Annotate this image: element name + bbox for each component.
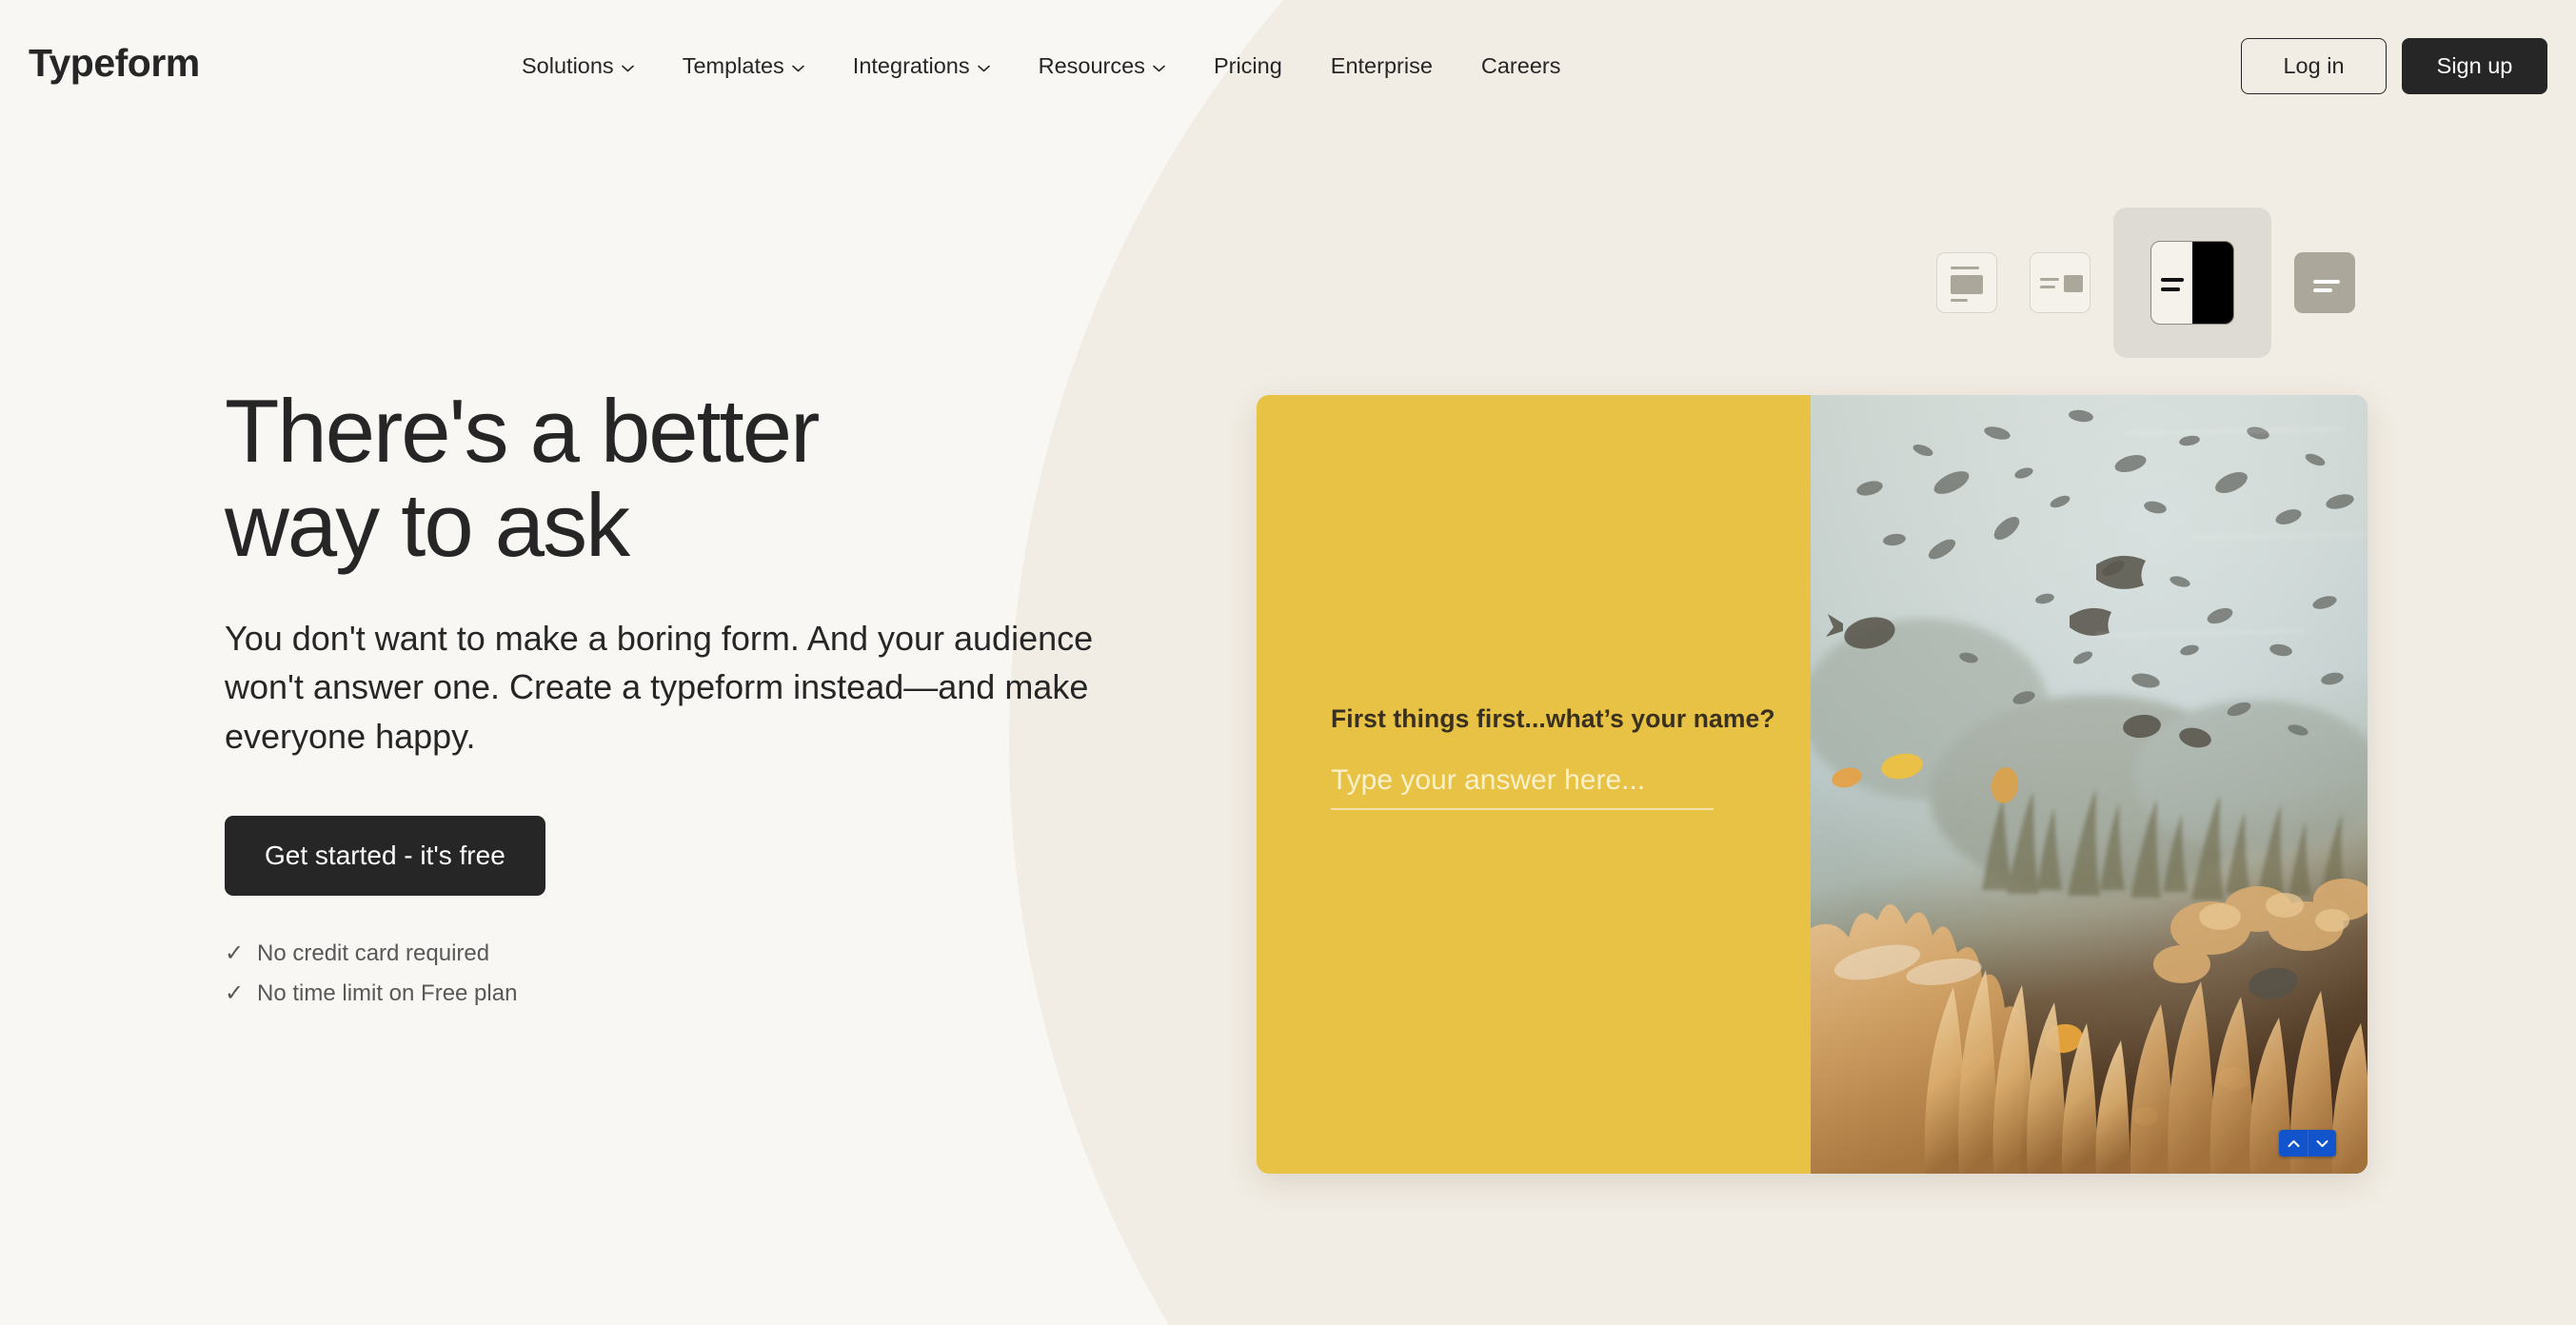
page-title: There's a better way to ask: [225, 381, 820, 575]
coral-reef-image: [1811, 395, 2368, 1174]
nav-label-integrations: Integrations: [852, 53, 970, 78]
answer-placeholder-text: Type your answer here...: [1331, 764, 1646, 796]
layout-option-full-background[interactable]: [2285, 243, 2365, 323]
perk-item: ✓ No time limit on Free plan: [225, 976, 1177, 1012]
get-started-button[interactable]: Get started - it's free: [225, 815, 545, 896]
layout-stacked-icon: [1936, 252, 1997, 313]
form-question-text: First things first...what’s your name?: [1331, 704, 1775, 733]
layout-option-split-half[interactable]: [2113, 208, 2271, 358]
nav-item-templates[interactable]: Templates: [682, 53, 804, 78]
form-question-panel: First things first...what’s your name? T…: [1257, 395, 1811, 1174]
nav-item-enterprise[interactable]: Enterprise: [1330, 53, 1433, 78]
hero-content: There's a better way to ask You don't wa…: [225, 381, 1177, 1016]
auth-buttons: Log in Sign up: [2241, 38, 2547, 94]
layout-split-half-icon: [2150, 241, 2234, 325]
nav-label-pricing: Pricing: [1213, 53, 1282, 78]
perk-item: ✓ No credit card required: [225, 936, 1177, 972]
perk-label: No credit card required: [257, 939, 490, 966]
nav-item-solutions[interactable]: Solutions: [522, 53, 634, 78]
nav-item-careers[interactable]: Careers: [1480, 53, 1561, 78]
site-header: Typeform Solutions Templates Integration…: [0, 0, 2576, 94]
chevron-down-icon: [621, 65, 634, 72]
chevron-down-icon: [791, 65, 804, 72]
check-icon: ✓: [225, 980, 245, 1007]
nav-label-solutions: Solutions: [522, 53, 614, 78]
layout-full-background-icon: [2294, 252, 2355, 313]
check-icon: ✓: [225, 939, 245, 966]
form-preview-card: First things first...what’s your name? T…: [1257, 395, 2368, 1174]
nav-label-enterprise: Enterprise: [1330, 53, 1433, 78]
nav-label-resources: Resources: [1038, 53, 1145, 78]
nav-label-templates: Templates: [682, 53, 784, 78]
nav-item-pricing[interactable]: Pricing: [1213, 53, 1282, 78]
form-answer-field[interactable]: Type your answer here...: [1331, 764, 1714, 810]
chevron-down-icon: [1153, 65, 1165, 72]
chevron-up-icon[interactable]: [2279, 1130, 2308, 1157]
layout-text-left-image-right-icon: [2030, 252, 2091, 313]
answer-input-underline: [1331, 808, 1714, 810]
nav-item-integrations[interactable]: Integrations: [852, 53, 990, 78]
layout-option-text-left-image-right[interactable]: [2020, 243, 2100, 323]
chevron-down-icon: [977, 65, 990, 72]
perk-label: No time limit on Free plan: [257, 980, 518, 1007]
perks-list: ✓ No credit card required ✓ No time limi…: [225, 936, 1177, 1013]
chevron-down-icon[interactable]: [2308, 1130, 2336, 1157]
nav-label-careers: Careers: [1480, 53, 1561, 78]
hero-subheading: You don't want to make a boring form. An…: [225, 619, 1094, 756]
typeform-logo[interactable]: Typeform: [29, 44, 200, 83]
main-navigation: Solutions Templates Integrations Resourc…: [522, 53, 1561, 78]
form-image-panel: [1811, 395, 2368, 1174]
layout-option-stacked[interactable]: [1927, 243, 2007, 323]
layout-picker: [1927, 208, 2365, 358]
signup-button[interactable]: Sign up: [2402, 38, 2547, 94]
form-navigation-arrows[interactable]: [2279, 1130, 2336, 1157]
login-button[interactable]: Log in: [2241, 38, 2387, 94]
nav-item-resources[interactable]: Resources: [1038, 53, 1165, 78]
